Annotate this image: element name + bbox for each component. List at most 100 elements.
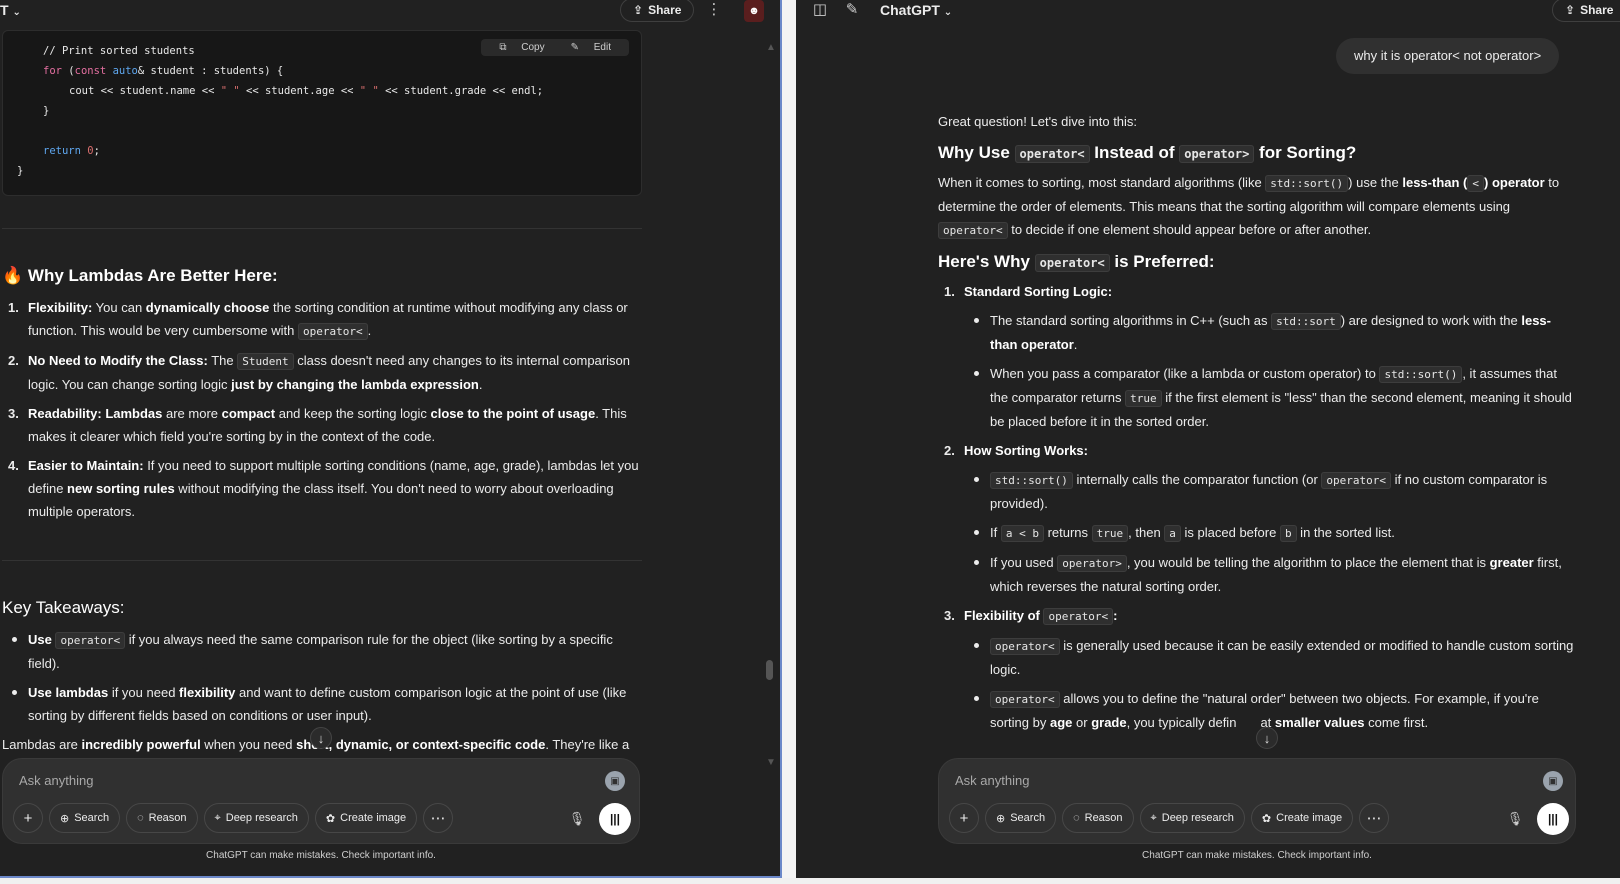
divider: [2, 228, 642, 229]
more-tools-button[interactable]: ⋯: [1359, 803, 1390, 833]
more-options-icon[interactable]: ⋮: [702, 0, 726, 21]
ellipsis-icon: ⋯: [430, 810, 446, 827]
list-item: The standard sorting algorithms in C++ (…: [964, 309, 1578, 356]
waveform-icon: |||: [609, 812, 621, 826]
arrow-down-icon: ↓: [1263, 730, 1271, 746]
waveform-icon: |||: [1547, 812, 1559, 826]
list-item: std::sort() internally calls the compara…: [964, 468, 1578, 515]
scrollbar-thumb[interactable]: [766, 660, 773, 680]
lightbulb-icon: ◌: [1073, 812, 1080, 824]
share-button[interactable]: ⇪ Share: [1552, 0, 1620, 22]
code-line: }: [43, 105, 50, 117]
response-subheading: Here's Why operator< is Preferred:: [938, 252, 1215, 272]
scroll-to-bottom-button[interactable]: ↓: [310, 727, 332, 749]
scroll-down-icon[interactable]: ▼: [766, 757, 776, 768]
add-attachment-button[interactable]: +: [13, 803, 43, 833]
composer-tools: + ⊕ Search ◌ Reason ⌖ Deep research ✿ Create…: [13, 803, 454, 833]
deep-research-tool-button[interactable]: ⌖ Deep research: [1139, 803, 1245, 833]
divider: [2, 560, 642, 561]
add-attachment-button[interactable]: +: [949, 803, 979, 833]
chevron-down-icon: ⌄: [12, 7, 21, 18]
code-toolbar: ⧉ Copy ✎ Edit: [481, 39, 629, 56]
sidebar-toggle-icon[interactable]: ◫: [808, 0, 832, 21]
disclaimer-text: ChatGPT can make mistakes. Check importa…: [1142, 850, 1372, 861]
voice-mode-button[interactable]: |||: [599, 803, 631, 835]
left-chat-pane: T ⌄ ⇪ Share ⋮ ☻ ⧉ Copy ✎ Edit // Print so…: [0, 0, 782, 878]
edit-icon: ✎: [570, 42, 579, 53]
intro-text: Great question! Let's dive into this:: [938, 114, 1138, 129]
sub-list: operator< is generally used because it c…: [964, 634, 1578, 734]
list-item: 4. Easier to Maintain: If you need to sup…: [8, 458, 639, 519]
list-item: 1. Flexibility: You can dynamically choos…: [8, 300, 628, 340]
fire-icon: 🔥: [2, 266, 24, 285]
takeaways-list: Use operator< if you always need the sam…: [2, 628, 642, 727]
plus-icon: +: [23, 809, 33, 827]
list-item: If a < b returns true, then a is placed …: [964, 521, 1578, 545]
list-item: 3. Flexibility of operator<: operator< is…: [938, 604, 1578, 734]
arrow-down-icon: ↓: [317, 730, 325, 746]
list-item: Use lambdas if you need flexibility and …: [2, 681, 642, 727]
reasons-list: 1. Standard Sorting Logic: The standard s…: [938, 280, 1578, 734]
user-avatar[interactable]: ☻: [744, 0, 764, 22]
message-composer: Ask anything ▣ + ⊕ Search ◌ Reason ⌖ Deep r…: [2, 758, 640, 844]
scroll-up-icon[interactable]: ▲: [766, 42, 776, 53]
reason-tool-button[interactable]: ◌ Reason: [126, 803, 198, 833]
code-line: // Print sorted students: [43, 45, 195, 57]
voice-mode-button[interactable]: |||: [1537, 803, 1569, 835]
telescope-icon: ⌖: [214, 811, 221, 824]
globe-icon: ⊕: [60, 812, 70, 825]
list-item: 3. Readability: Lambdas are more compact …: [8, 406, 627, 444]
new-chat-icon[interactable]: ✎: [840, 0, 864, 21]
window-gap: [782, 0, 796, 884]
sub-list: std::sort() internally calls the compara…: [964, 468, 1578, 598]
share-icon: ⇪: [1565, 3, 1576, 17]
model-switcher[interactable]: ChatGPT ⌄: [880, 2, 952, 18]
reasons-list: 1. Flexibility: You can dynamically choos…: [2, 296, 642, 523]
composer-tools: + ⊕ Search ◌ Reason ⌖ Deep research ✿ Create…: [949, 803, 1390, 833]
copy-icon: ⧉: [499, 42, 507, 53]
code-line: for (const auto& student : students) {: [43, 65, 284, 77]
edit-code-button[interactable]: ✎ Edit: [559, 42, 623, 53]
chevron-down-icon: ⌄: [943, 7, 953, 18]
deep-research-tool-button[interactable]: ⌖ Deep research: [203, 803, 309, 833]
create-image-tool-button[interactable]: ✿ Create image: [1250, 803, 1354, 833]
disclaimer-text: ChatGPT can make mistakes. Check importa…: [206, 850, 436, 861]
taskbar-edge: [0, 878, 1620, 884]
left-top-bar: T ⌄ ⇪ Share ⋮ ☻: [0, 0, 780, 24]
user-message-bubble: why it is operator< not operator>: [1336, 38, 1560, 74]
share-button[interactable]: ⇪ Share: [620, 0, 695, 22]
lightbulb-icon: ◌: [137, 812, 144, 824]
palette-icon: ✿: [1261, 812, 1272, 825]
more-tools-button[interactable]: ⋯: [423, 803, 454, 833]
list-item: Use operator< if you always need the sam…: [2, 628, 642, 675]
search-tool-button[interactable]: ⊕ Search: [985, 803, 1057, 833]
create-image-tool-button[interactable]: ✿ Create image: [314, 803, 418, 833]
code-line: cout << student.name << " " << student.a…: [69, 85, 544, 97]
microphone-icon[interactable]: 🎙: [563, 805, 591, 833]
response-heading: Why Use operator< Instead of operator> f…: [938, 143, 1357, 163]
reason-tool-button[interactable]: ◌ Reason: [1062, 803, 1134, 833]
assistant-bot-icon[interactable]: ▣: [605, 771, 625, 791]
lambdas-section: 🔥 Why Lambdas Are Better Here: 1. Flexibi…: [2, 266, 642, 529]
code-line: }: [17, 165, 24, 177]
section-heading: Key Takeaways:: [2, 598, 125, 617]
code-block: ⧉ Copy ✎ Edit // Print sorted students f…: [2, 30, 642, 196]
explanation-paragraph: When it comes to sorting, most standard …: [938, 175, 1560, 239]
search-tool-button[interactable]: ⊕ Search: [49, 803, 121, 833]
message-input[interactable]: Ask anything: [955, 773, 1029, 788]
microphone-icon[interactable]: 🎙: [1501, 805, 1529, 833]
message-composer: Ask anything ▣ + ⊕ Search ◌ Reason ⌖ Deep r…: [938, 758, 1576, 844]
right-chat-pane: ◫ ✎ ChatGPT ⌄ ⇪ Share why it is operator<…: [796, 0, 1620, 878]
plus-icon: +: [959, 809, 969, 827]
list-item: 2. No Need to Modify the Class: The Stude…: [8, 353, 630, 392]
message-input[interactable]: Ask anything: [19, 773, 93, 788]
copy-code-button[interactable]: ⧉ Copy: [487, 42, 556, 53]
assistant-response: Great question! Let's dive into this: Wh…: [938, 110, 1578, 740]
list-item: 2. How Sorting Works: std::sort() interna…: [938, 439, 1578, 598]
model-switcher-partial[interactable]: T ⌄: [0, 2, 21, 18]
right-top-bar: ◫ ✎ ChatGPT ⌄ ⇪ Share: [796, 0, 1620, 24]
list-item: When you pass a comparator (like a lambd…: [964, 362, 1578, 433]
scroll-to-bottom-button[interactable]: ↓: [1256, 727, 1278, 749]
palette-icon: ✿: [325, 812, 336, 825]
assistant-bot-icon[interactable]: ▣: [1543, 771, 1563, 791]
